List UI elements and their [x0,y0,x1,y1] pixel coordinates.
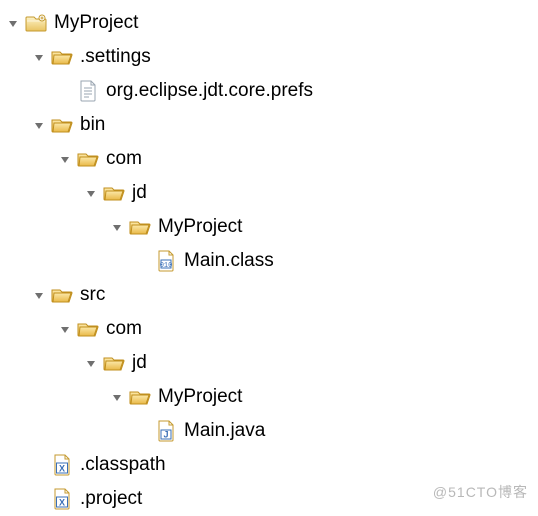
folder-open-icon [76,147,100,171]
tree-label: com [106,147,142,171]
tree-row-src-myproject[interactable]: MyProject [4,380,534,414]
folder-open-icon [50,283,74,307]
expand-toggle[interactable] [30,286,48,304]
expand-toggle[interactable] [30,48,48,66]
tree-row-bin[interactable]: bin [4,108,534,142]
watermark: @51CTO博客 [433,482,528,502]
project-folder-icon [24,11,48,35]
tree-label: jd [132,181,147,205]
tree-label: .classpath [80,453,166,477]
svg-text:X: X [59,498,65,508]
text-file-icon [76,79,100,103]
tree-label: .settings [80,45,151,69]
tree-label: jd [132,351,147,375]
folder-open-icon [76,317,100,341]
tree-label: Main.java [184,419,265,443]
tree-row-src-com[interactable]: com [4,312,534,346]
tree-row-prefs[interactable]: org.eclipse.jdt.core.prefs [4,74,534,108]
tree-row-bin-jd[interactable]: jd [4,176,534,210]
expand-toggle[interactable] [30,116,48,134]
expand-toggle[interactable] [56,150,74,168]
tree-label: bin [80,113,105,137]
folder-open-icon [50,45,74,69]
folder-open-icon [102,181,126,205]
tree-row-main-java[interactable]: J Main.java [4,414,534,448]
tree-label: com [106,317,142,341]
tree-label: Main.class [184,249,274,273]
svg-text:X: X [59,464,65,474]
expand-toggle[interactable] [108,388,126,406]
folder-open-icon [128,385,152,409]
tree-label: .project [80,487,142,511]
folder-open-icon [50,113,74,137]
svg-text:J: J [163,430,168,440]
expand-toggle[interactable] [82,184,100,202]
tree-label: MyProject [158,215,242,239]
tree-row-classpath[interactable]: X .classpath [4,448,534,482]
expand-toggle[interactable] [4,14,22,32]
tree-label: MyProject [54,11,138,35]
folder-open-icon [128,215,152,239]
tree-row-settings[interactable]: .settings [4,40,534,74]
expand-toggle[interactable] [108,218,126,236]
svg-text:010: 010 [160,262,173,270]
tree-row-src[interactable]: src [4,278,534,312]
expand-toggle[interactable] [56,320,74,338]
class-file-icon: 010 [154,249,178,273]
tree-label: org.eclipse.jdt.core.prefs [106,79,313,103]
tree-row-bin-com[interactable]: com [4,142,534,176]
tree-label: MyProject [158,385,242,409]
tree-label: src [80,283,105,307]
xml-file-icon: X [50,487,74,511]
xml-file-icon: X [50,453,74,477]
folder-open-icon [102,351,126,375]
tree-row-root[interactable]: MyProject [4,6,534,40]
tree-row-bin-myproject[interactable]: MyProject [4,210,534,244]
tree-row-src-jd[interactable]: jd [4,346,534,380]
tree-row-main-class[interactable]: 010 Main.class [4,244,534,278]
expand-toggle[interactable] [82,354,100,372]
java-file-icon: J [154,419,178,443]
